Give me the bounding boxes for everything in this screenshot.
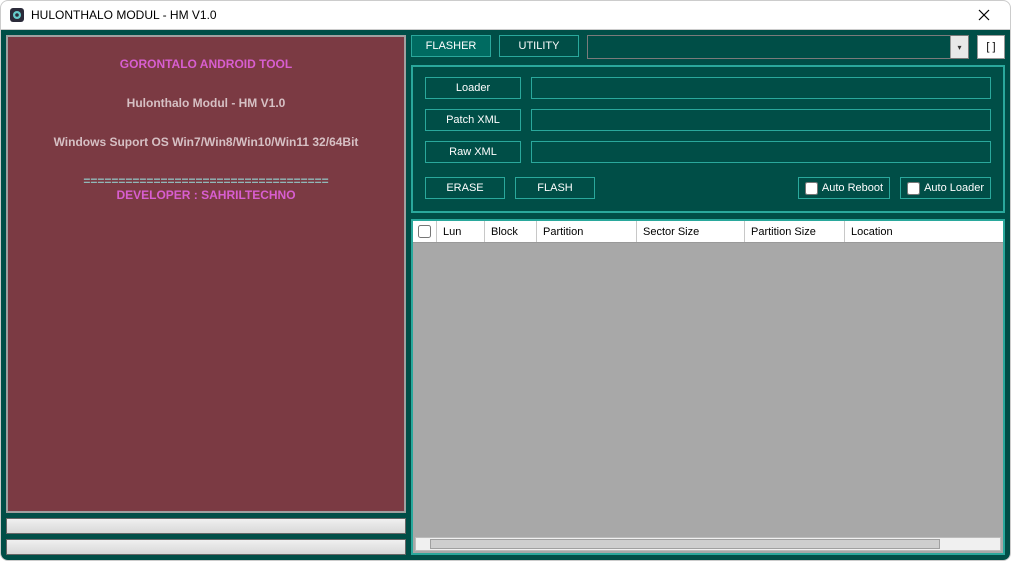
titlebar: HULONTHALO MODUL - HM V1.0 — [0, 0, 1011, 30]
table-body — [413, 243, 1003, 553]
col-partition[interactable]: Partition — [537, 221, 637, 242]
table-checkall[interactable] — [413, 221, 437, 242]
progress-bar-2 — [6, 539, 406, 555]
rawxml-button[interactable]: Raw XML — [425, 141, 521, 163]
bracket-button[interactable]: [ ] — [977, 35, 1005, 59]
action-row: ERASE FLASH Auto Reboot Auto Loader — [425, 177, 991, 199]
partition-table: Lun Block Partition Sector Size Partitio… — [411, 219, 1005, 555]
patchxml-button[interactable]: Patch XML — [425, 109, 521, 131]
patchxml-row: Patch XML — [425, 109, 991, 131]
rawxml-input[interactable] — [531, 141, 991, 163]
config-panel: Loader Patch XML Raw XML ERASE FLASH Aut… — [411, 65, 1005, 213]
loader-row: Loader — [425, 77, 991, 99]
window-title: HULONTHALO MODUL - HM V1.0 — [31, 8, 962, 22]
left-column: GORONTALO ANDROID TOOL Hulonthalo Modul … — [6, 35, 406, 555]
tab-utility[interactable]: UTILITY — [499, 35, 579, 57]
info-divider: =================================== — [18, 174, 394, 188]
rawxml-row: Raw XML — [425, 141, 991, 163]
info-developer: DEVELOPER : SAHRILTECHNO — [18, 188, 394, 202]
device-combo[interactable]: ▾ — [587, 35, 969, 59]
window-body: GORONTALO ANDROID TOOL Hulonthalo Modul … — [0, 30, 1011, 561]
tab-flasher[interactable]: FLASHER — [411, 35, 491, 57]
loader-input[interactable] — [531, 77, 991, 99]
col-sector[interactable]: Sector Size — [637, 221, 745, 242]
scroll-thumb[interactable] — [430, 539, 940, 549]
loader-button[interactable]: Loader — [425, 77, 521, 99]
right-column: FLASHER UTILITY ▾ [ ] Loader Patch XML R… — [411, 35, 1005, 555]
top-row: FLASHER UTILITY ▾ [ ] — [411, 35, 1005, 59]
table-header: Lun Block Partition Sector Size Partitio… — [413, 221, 1003, 243]
col-psize[interactable]: Partition Size — [745, 221, 845, 242]
info-heading: GORONTALO ANDROID TOOL — [18, 57, 394, 71]
col-location[interactable]: Location — [845, 221, 1003, 242]
info-subtitle: Hulonthalo Modul - HM V1.0 — [18, 96, 394, 110]
auto-reboot-checkbox[interactable]: Auto Reboot — [798, 177, 890, 199]
col-lun[interactable]: Lun — [437, 221, 485, 242]
flash-button[interactable]: FLASH — [515, 177, 595, 199]
progress-bar-1 — [6, 518, 406, 534]
chevron-down-icon[interactable]: ▾ — [950, 36, 968, 58]
erase-button[interactable]: ERASE — [425, 177, 505, 199]
col-block[interactable]: Block — [485, 221, 537, 242]
auto-loader-checkbox[interactable]: Auto Loader — [900, 177, 991, 199]
app-icon — [9, 7, 25, 23]
info-panel: GORONTALO ANDROID TOOL Hulonthalo Modul … — [6, 35, 406, 513]
close-button[interactable] — [962, 1, 1006, 29]
info-support: Windows Suport OS Win7/Win8/Win10/Win11 … — [18, 135, 394, 149]
patchxml-input[interactable] — [531, 109, 991, 131]
horizontal-scrollbar[interactable] — [415, 537, 1001, 551]
